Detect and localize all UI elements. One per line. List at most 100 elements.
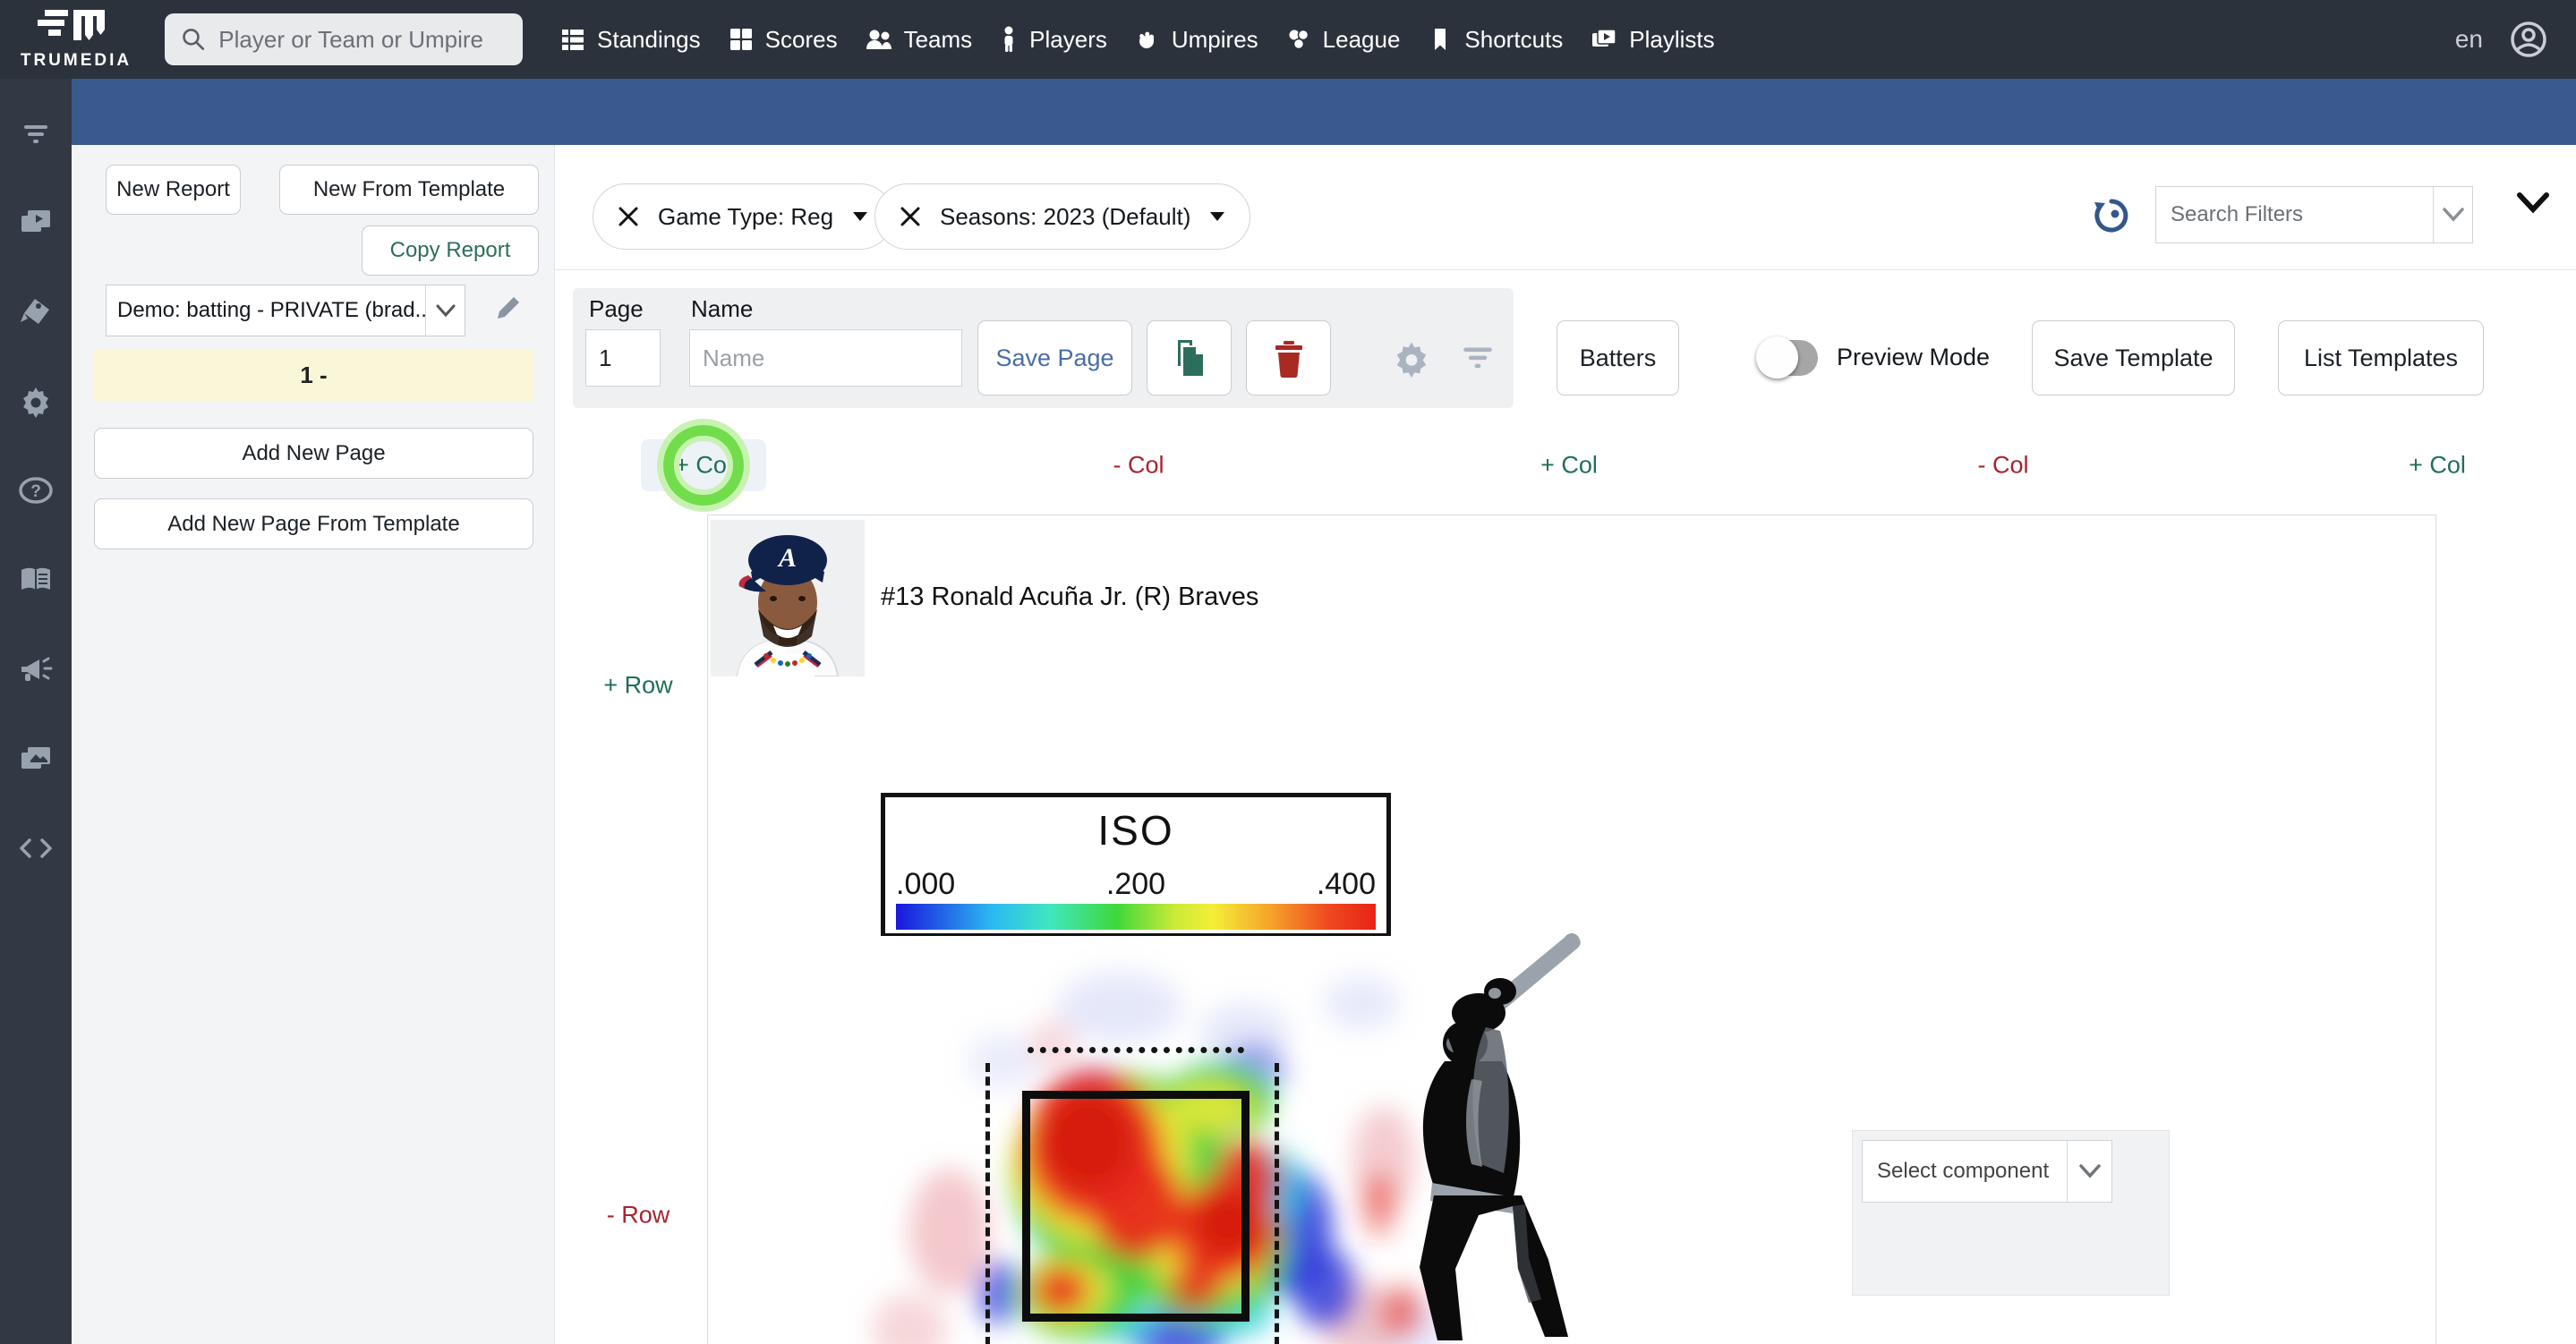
nav-standings[interactable]: Standings [546, 26, 714, 54]
add-new-page-button[interactable]: Add New Page [94, 428, 533, 479]
filter-chip-seasons[interactable]: Seasons: 2023 (Default) [874, 183, 1251, 250]
batter-silhouette [1337, 927, 1581, 1344]
settings-icon[interactable] [0, 356, 72, 446]
history-icon [2094, 199, 2128, 233]
remove-col-button-1[interactable]: - Col [1113, 452, 1164, 480]
copy-page-icon [1177, 340, 1203, 376]
page-name-input[interactable] [689, 329, 962, 387]
chevron-down-icon [425, 285, 465, 336]
delete-page-button[interactable] [1246, 320, 1331, 396]
add-col-button-1[interactable]: + Col [675, 452, 732, 480]
copy-report-button[interactable]: Copy Report [362, 225, 539, 276]
legend-gradient-bar [896, 904, 1376, 930]
close-icon[interactable] [617, 205, 640, 228]
nav-playlists[interactable]: Playlists [1576, 26, 1727, 54]
top-navbar: TRUMEDIA Standings [0, 0, 2576, 79]
new-from-template-button[interactable]: New From Template [279, 165, 539, 215]
add-col-button-3[interactable]: + Col [2409, 452, 2466, 480]
players-icon [1004, 26, 1013, 52]
component-select-placeholder: Select component [1877, 1159, 2050, 1183]
nav-scores[interactable]: Scores [714, 26, 851, 54]
svg-text:?: ? [30, 482, 41, 501]
remove-col-button-2[interactable]: - Col [1977, 452, 2028, 480]
trumedia-logo[interactable]: TRUMEDIA [0, 0, 152, 79]
search-filters-input[interactable] [2156, 187, 2433, 242]
filter-chip-game-type[interactable]: Game Type: Reg [593, 183, 894, 250]
nav-label: Playlists [1629, 25, 1715, 53]
caret-down-icon [853, 212, 868, 221]
global-search[interactable] [165, 13, 523, 65]
legend-tick-min: .000 [896, 867, 956, 901]
umpires-icon [1139, 31, 1154, 48]
duplicate-page-button[interactable] [1147, 320, 1232, 396]
save-template-button[interactable]: Save Template [2032, 320, 2235, 396]
legend-tick-max: .400 [1316, 867, 1376, 901]
edit-report-button[interactable] [492, 293, 523, 328]
announcements-icon[interactable] [0, 625, 72, 714]
nav-label: Umpires [1171, 25, 1258, 53]
new-report-button[interactable]: New Report [106, 165, 241, 215]
user-avatar-icon[interactable] [2510, 21, 2547, 58]
search-icon [183, 29, 205, 50]
report-select[interactable]: Demo: batting - PRIVATE (brad... [106, 285, 465, 336]
add-row-button[interactable]: + Row [603, 672, 672, 700]
add-col-button-2[interactable]: + Col [1540, 452, 1598, 480]
chevron-down-icon[interactable] [2433, 187, 2472, 242]
video-playlists-icon[interactable] [0, 177, 72, 267]
trash-icon [1275, 341, 1302, 378]
save-page-button[interactable]: Save Page [977, 320, 1132, 396]
nav-label: Teams [903, 25, 973, 53]
list-templates-button[interactable]: List Templates [2278, 320, 2484, 396]
batters-button[interactable]: Batters [1557, 320, 1679, 396]
page-list-item-1[interactable]: 1 - [94, 349, 533, 401]
filter-icon[interactable] [0, 88, 72, 177]
media-icon[interactable] [0, 714, 72, 804]
filter-chip-label: Seasons: 2023 (Default) [940, 202, 1191, 230]
report-page-canvas: A #13 Ronald Acuña Jr. (R) Braves ISO .0… [707, 515, 2436, 1344]
navbar-right: en [2455, 21, 2576, 58]
accent-bar [72, 79, 2576, 145]
player-headshot: A [711, 520, 865, 676]
page-number-input[interactable] [585, 329, 661, 387]
page-label: Page [589, 295, 644, 322]
nav-league[interactable]: League [1272, 26, 1414, 54]
scores-icon [729, 29, 752, 50]
zone-dashed-line-left [985, 1063, 990, 1344]
page-toolbar: Page Name Save Page [573, 288, 1514, 408]
search-filters-combobox[interactable] [2155, 186, 2473, 243]
heatmap-legend: ISO .000 .200 .400 [881, 793, 1391, 938]
filter-history-button[interactable] [2091, 195, 2132, 241]
chevron-down-icon [2067, 1141, 2111, 1202]
locale-selector[interactable]: en [2455, 25, 2483, 54]
remove-row-button[interactable]: - Row [607, 1202, 670, 1229]
nav-label: Players [1029, 25, 1107, 53]
help-icon[interactable]: ? [0, 446, 72, 535]
primary-nav: Standings Scores Teams Players Umpires L… [546, 26, 1728, 54]
pencil-icon [498, 297, 519, 319]
chevron-down-icon [2517, 192, 2549, 214]
side-rail: ? [0, 79, 72, 1344]
page-settings-button[interactable] [1392, 338, 1431, 382]
player-title: #13 Ronald Acuña Jr. (R) Braves [881, 583, 1259, 611]
nav-umpires[interactable]: Umpires [1121, 26, 1272, 54]
nav-teams[interactable]: Teams [851, 26, 986, 54]
brand-text: TRUMEDIA [20, 51, 132, 70]
zone-dotted-line-top [1028, 1047, 1244, 1053]
nav-players[interactable]: Players [985, 26, 1121, 54]
nav-shortcuts[interactable]: Shortcuts [1413, 26, 1576, 54]
filter-lines-icon [1463, 347, 1492, 369]
collapse-filters-button[interactable] [2515, 191, 2551, 219]
filter-bar: Game Type: Reg Seasons: 2023 (Default) [555, 145, 2576, 270]
glossary-icon[interactable] [0, 535, 72, 625]
close-icon[interactable] [899, 205, 922, 228]
global-search-input[interactable] [218, 25, 507, 54]
component-select[interactable]: Select component [1862, 1140, 2112, 1203]
page-filter-button[interactable] [1459, 344, 1497, 379]
svg-text:A: A [777, 543, 797, 573]
preview-mode-toggle[interactable] [1756, 336, 1818, 379]
shortcuts-icon [1435, 29, 1446, 50]
tags-icon[interactable] [0, 267, 72, 356]
embed-code-icon[interactable] [0, 804, 72, 893]
add-new-page-from-template-button[interactable]: Add New Page From Template [94, 498, 533, 549]
nav-label: League [1322, 25, 1401, 53]
